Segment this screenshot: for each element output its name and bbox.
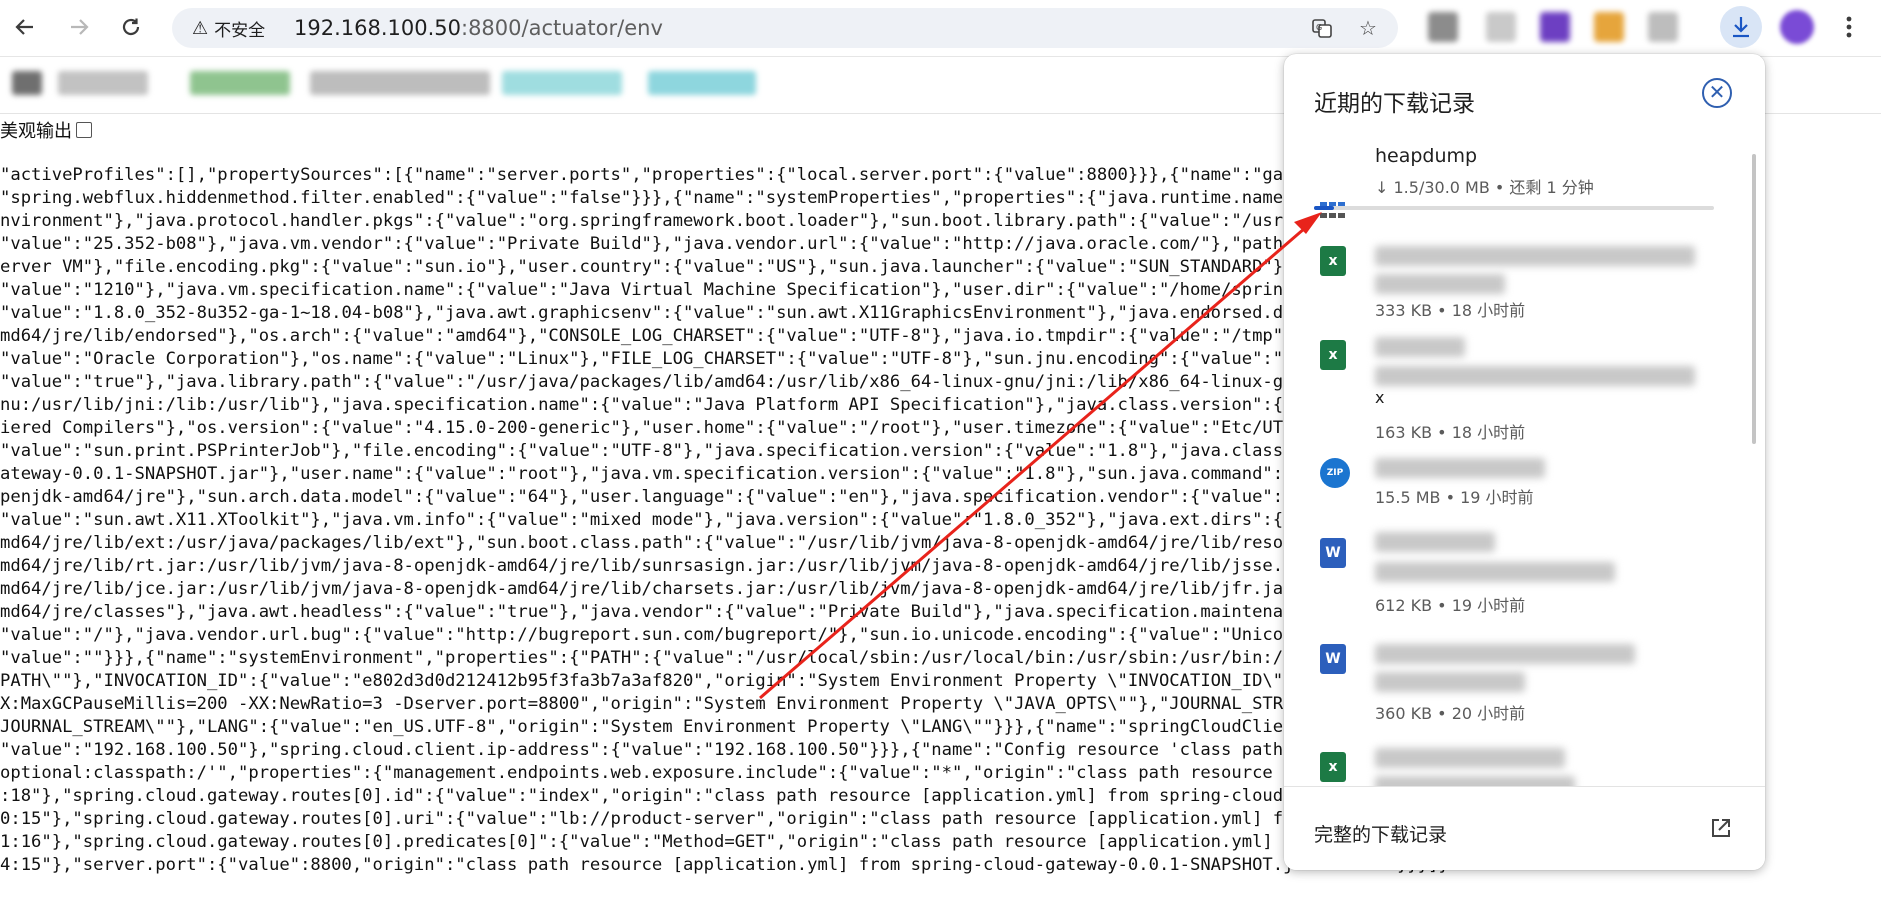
word-file-icon: W (1320, 538, 1346, 568)
reload-button[interactable] (114, 10, 148, 44)
word-file-icon: W (1320, 644, 1346, 674)
download-filename-blurred (1375, 672, 1525, 692)
download-filename-blurred (1375, 748, 1565, 768)
downloads-title: 近期的下载记录 (1314, 91, 1475, 117)
close-button[interactable]: ✕ (1702, 78, 1732, 108)
bookmark-item[interactable] (12, 71, 42, 95)
download-meta: 333 KB • 18 小时前 (1375, 301, 1526, 320)
zip-file-icon: ZIP (1320, 458, 1350, 488)
downloads-panel: 近期的下载记录 ✕ heapdump ↓ 1.5/30.0 MB • 还剩 1 … (1284, 54, 1765, 870)
bookmark-item[interactable] (648, 71, 756, 95)
arrow-right-icon (71, 19, 89, 35)
bookmark-item[interactable] (190, 71, 290, 95)
download-meta: 15.5 MB • 19 小时前 (1375, 488, 1534, 507)
full-history-label: 完整的下载记录 (1314, 824, 1448, 846)
forward-button[interactable] (62, 10, 96, 44)
translate-icon[interactable]: G (1308, 14, 1336, 42)
excel-file-icon: x (1320, 246, 1346, 276)
browser-toolbar: ⚠ 不安全 192.168.100.50:8800/actuator/env G… (0, 0, 1881, 57)
download-status: ↓ 1.5/30.0 MB • 还剩 1 分钟 (1375, 178, 1594, 197)
heapdump-file-icon (1320, 202, 1345, 222)
download-progress-bar (1314, 206, 1714, 210)
bookmark-item[interactable] (502, 71, 622, 95)
svg-text:G: G (1316, 23, 1322, 32)
downloads-scrollbar[interactable] (1752, 154, 1756, 444)
download-progress-fill (1314, 206, 1334, 210)
url-path: :8800/actuator/env (461, 16, 663, 40)
reload-icon (122, 18, 140, 36)
arrow-left-icon (15, 19, 33, 35)
excel-file-icon: x (1320, 752, 1346, 782)
pretty-print-label: 美观输出 (0, 121, 72, 142)
download-meta: 612 KB • 19 小时前 (1375, 596, 1526, 615)
url-text[interactable]: 192.168.100.50:8800/actuator/env (294, 8, 663, 48)
download-icon (1733, 17, 1749, 38)
download-filename-blurred (1375, 532, 1495, 552)
download-filename-blurred (1375, 337, 1465, 357)
excel-file-icon: x (1320, 340, 1346, 370)
profile-avatar[interactable] (1780, 10, 1814, 44)
extension-icon[interactable] (1540, 12, 1570, 42)
extension-icon[interactable] (1428, 12, 1458, 42)
full-history-link[interactable]: 完整的下载记录 (1284, 786, 1765, 870)
address-bar[interactable]: ⚠ 不安全 192.168.100.50:8800/actuator/env G… (172, 8, 1398, 48)
download-filename-blurred (1375, 246, 1695, 266)
download-meta: 163 KB • 18 小时前 (1375, 423, 1526, 442)
extension-icon[interactable] (1594, 12, 1624, 42)
extension-icon[interactable] (1648, 12, 1678, 42)
download-meta: 360 KB • 20 小时前 (1375, 704, 1526, 723)
security-label: 不安全 (214, 20, 266, 41)
bookmark-item[interactable] (310, 71, 490, 95)
warning-icon: ⚠ (192, 17, 209, 39)
back-button[interactable] (8, 10, 42, 44)
download-name: heapdump (1375, 145, 1478, 167)
download-filename-blurred (1375, 458, 1545, 478)
bookmark-star-icon[interactable]: ☆ (1354, 14, 1382, 42)
download-filename-blurred (1375, 644, 1635, 664)
more-vertical-icon (1846, 16, 1852, 38)
pretty-print-checkbox[interactable] (76, 122, 92, 138)
downloads-button[interactable] (1720, 6, 1762, 48)
download-filename-fragment: x (1375, 388, 1385, 407)
bookmark-item[interactable] (58, 71, 148, 95)
menu-button[interactable] (1834, 10, 1864, 44)
url-host: 192.168.100.50 (294, 16, 461, 40)
extension-icon[interactable] (1486, 12, 1516, 42)
security-chip[interactable]: ⚠ 不安全 (186, 14, 273, 42)
download-filename-blurred (1375, 274, 1505, 294)
download-filename-blurred (1375, 562, 1615, 582)
download-filename-blurred (1375, 366, 1695, 386)
open-in-new-icon (1712, 819, 1730, 837)
pretty-print-toggle[interactable]: 美观输出 (0, 118, 92, 142)
